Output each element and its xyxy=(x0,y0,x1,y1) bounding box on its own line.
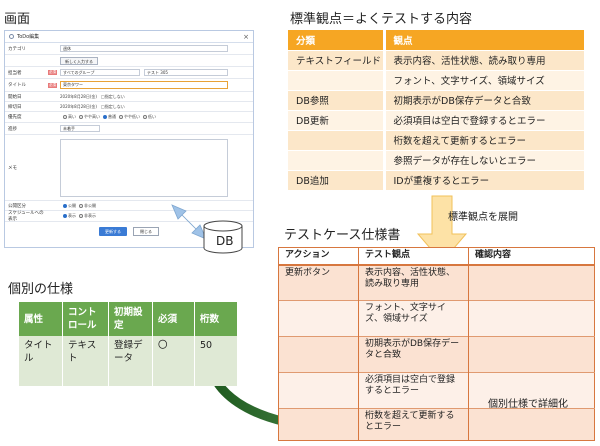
table-cell: タイトル xyxy=(18,336,63,386)
table-cell: DB更新 xyxy=(288,109,384,130)
table-cell: 参照データが存在しないとエラー xyxy=(382,149,584,170)
table-row: DB更新 必須項目は空白で登録するとエラー xyxy=(288,109,584,130)
screen-db-arrow xyxy=(171,204,207,240)
table-cell: 登録データ xyxy=(108,336,153,386)
table-cell: 初期表示がDB保存データと合致 xyxy=(358,336,469,373)
header-cell: 確認内容 xyxy=(468,247,595,266)
table-row: フォント、文字サイズ、領域サイズ xyxy=(288,69,584,90)
table-row: 桁数を超えて更新するとエラー xyxy=(288,129,584,150)
table-row: DB追加 IDが重複するとエラー xyxy=(288,169,584,190)
table-cell xyxy=(278,372,359,409)
individual-spec-table: 属性 コントロール 初期設定 必須 桁数 タイトル テキスト 登録データ 〇 5… xyxy=(18,302,237,386)
table-cell: 表示内容、活性状態、読み取り専用 xyxy=(382,49,584,70)
table-cell: テキスト xyxy=(62,336,109,386)
detail-note: 個別仕様で詳細化 xyxy=(488,399,568,410)
table-cell: 桁数を超えて更新するとエラー xyxy=(358,408,469,441)
header-cell: アクション xyxy=(278,247,359,266)
table-row: タイトル テキスト 登録データ 〇 50 xyxy=(18,336,237,386)
table-cell: IDが重複するとエラー xyxy=(382,169,584,190)
table-cell: 必須項目は空白で登録するとエラー xyxy=(358,372,469,409)
table-cell xyxy=(468,264,595,301)
table-cell: フォント、文字サイズ、領域サイズ xyxy=(358,300,469,337)
table-header-row: 分類 観点 xyxy=(288,30,584,50)
header-cell: 必須 xyxy=(152,302,195,336)
table-cell: DB追加 xyxy=(288,169,384,190)
header-cell: 桁数 xyxy=(194,302,237,336)
table-cell xyxy=(288,129,384,150)
header-cell: 初期設定 xyxy=(108,302,153,336)
table-cell xyxy=(288,69,384,90)
table-cell xyxy=(278,336,359,373)
table-row: DB参照 初期表示がDB保存データと合致 xyxy=(288,89,584,110)
table-cell: テキストフィールド xyxy=(288,49,384,70)
table-cell: フォント、文字サイズ、領域サイズ xyxy=(382,69,584,90)
table-cell xyxy=(278,300,359,337)
table-row: テキストフィールド 表示内容、活性状態、読み取り専用 xyxy=(288,49,584,70)
table-row: 参照データが存在しないとエラー xyxy=(288,149,584,170)
db-label: DB xyxy=(216,234,234,248)
table-cell: 〇 xyxy=(152,336,195,386)
table-row: フォント、文字サイズ、領域サイズ xyxy=(278,300,595,337)
table-cell xyxy=(278,408,359,441)
table-cell: 桁数を超えて更新するとエラー xyxy=(382,129,584,150)
table-cell xyxy=(468,300,595,337)
header-cell: 観点 xyxy=(382,30,584,50)
header-cell: テスト観点 xyxy=(358,247,469,266)
header-cell: 属性 xyxy=(18,302,63,336)
expand-note: 標準観点を展開 xyxy=(448,212,518,223)
table-cell: 表示内容、活性状態、読み取り専用 xyxy=(358,264,469,301)
table-row: 初期表示がDB保存データと合致 xyxy=(278,336,595,373)
header-cell: コントロール xyxy=(62,302,109,336)
standard-viewpoint-table: 分類 観点 テキストフィールド 表示内容、活性状態、読み取り専用 フォント、文字… xyxy=(288,30,584,190)
table-cell: 50 xyxy=(194,336,237,386)
testcase-spec-table: アクション テスト観点 確認内容 更新ボタン 表示内容、活性状態、読み取り専用 … xyxy=(278,247,595,441)
table-cell: 更新ボタン xyxy=(278,264,359,301)
table-cell: 初期表示がDB保存データと合致 xyxy=(382,89,584,110)
header-cell: 分類 xyxy=(288,30,384,50)
table-header-row: 属性 コントロール 初期設定 必須 桁数 xyxy=(18,302,237,336)
table-cell xyxy=(468,336,595,373)
table-cell: DB参照 xyxy=(288,89,384,110)
table-cell: 必須項目は空白で登録するとエラー xyxy=(382,109,584,130)
testcase-section-title: テストケース仕様書 xyxy=(284,228,401,243)
standard-section-title: 標準観点＝よくテストする内容 xyxy=(290,12,473,27)
table-header-row: アクション テスト観点 確認内容 xyxy=(278,247,595,266)
table-row: 更新ボタン 表示内容、活性状態、読み取り専用 xyxy=(278,264,595,301)
individual-section-title: 個別の仕様 xyxy=(8,282,74,297)
table-cell xyxy=(468,408,595,441)
table-row: 桁数を超えて更新するとエラー xyxy=(278,408,595,441)
table-cell xyxy=(288,149,384,170)
